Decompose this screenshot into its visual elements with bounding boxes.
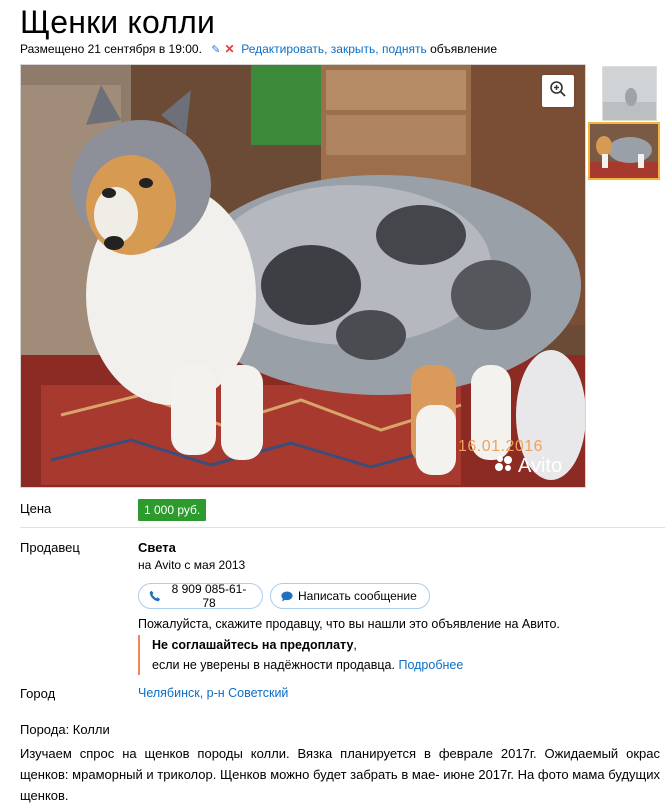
- phone-number: 8 909 085-61-78: [171, 582, 247, 610]
- seller-label: Продавец: [20, 540, 80, 555]
- main-photo[interactable]: [20, 64, 586, 488]
- close-link[interactable]: закрыть: [331, 42, 375, 56]
- prepayment-warning: Не соглашайтесь на предоплату, если не у…: [138, 635, 463, 675]
- meta-suffix: объявление: [430, 42, 498, 56]
- seller-name[interactable]: Света: [138, 540, 176, 555]
- price-label: Цена: [20, 501, 52, 516]
- price-badge: 1 000 руб.: [138, 499, 207, 521]
- avito-watermark: Avito: [494, 454, 562, 478]
- write-message-button[interactable]: Написать сообщение: [270, 583, 430, 609]
- phone-icon: [149, 590, 161, 602]
- pencil-icon[interactable]: ✎: [211, 44, 220, 56]
- posted-date: Размещено 21 сентября в 19:00.: [20, 42, 202, 56]
- city-label: Город: [20, 686, 56, 701]
- seller-notice: Пожалуйста, скажите продавцу, что вы наш…: [138, 617, 560, 631]
- description: Изучаем спрос на щенков породы колли. Вя…: [20, 746, 660, 803]
- warning-text: если не уверены в надёжности продавца.: [152, 658, 395, 672]
- chat-bubble-icon: [281, 591, 293, 602]
- seller-since: на Avito с мая 2013: [138, 558, 246, 572]
- photo-thumbnail-1[interactable]: [602, 66, 657, 121]
- more-link[interactable]: Подробнее: [398, 658, 463, 672]
- divider: [20, 527, 665, 528]
- breed: Порода: Колли: [20, 722, 110, 737]
- edit-link[interactable]: Редактировать: [241, 42, 324, 56]
- raise-link[interactable]: поднять: [382, 42, 427, 56]
- close-icon[interactable]: ✕: [224, 42, 234, 56]
- city-link[interactable]: Челябинск, р-н Советский: [138, 686, 288, 700]
- photo-thumbnail-2[interactable]: [588, 122, 660, 180]
- zoom-icon: [549, 80, 567, 103]
- listing-meta: Размещено 21 сентября в 19:00. ✎ ✕ Редакт…: [20, 42, 498, 56]
- zoom-button[interactable]: [542, 75, 574, 107]
- show-phone-button[interactable]: 8 909 085-61-78: [138, 582, 263, 610]
- page-title: Щенки колли: [20, 4, 216, 40]
- warning-bold: Не соглашайтесь на предоплату: [152, 638, 354, 652]
- avito-logo-icon: [494, 454, 514, 478]
